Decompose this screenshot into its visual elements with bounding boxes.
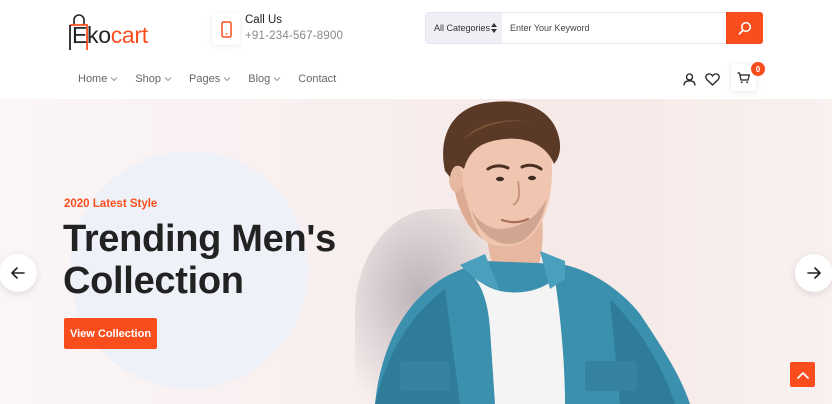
nav-item-label: Shop xyxy=(135,73,162,85)
nav-item-home[interactable]: Home xyxy=(78,72,118,86)
chevron-down-icon xyxy=(273,77,281,82)
category-select[interactable]: All Categories xyxy=(426,13,502,43)
arrow-right-icon xyxy=(807,267,821,279)
nav-item-label: Home xyxy=(78,73,108,85)
search-button[interactable] xyxy=(726,12,763,44)
phone-icon xyxy=(220,20,232,38)
scroll-to-top-button[interactable] xyxy=(790,362,815,387)
logo-text-part2: cart xyxy=(110,22,148,48)
phone-icon-box xyxy=(212,13,240,45)
chevron-down-icon xyxy=(223,77,231,82)
call-us-title: Call Us xyxy=(245,14,283,26)
slider-next-button[interactable] xyxy=(795,254,832,292)
site-header: Ekocart Call Us +91-234-567-8900 All Cat… xyxy=(0,0,832,99)
hero-title: Trending Men's Collection xyxy=(63,218,336,302)
arrow-left-icon xyxy=(11,267,25,279)
nav-item-blog[interactable]: Blog xyxy=(248,72,281,86)
cart-count-badge: 0 xyxy=(751,62,765,76)
nav-item-pages[interactable]: Pages xyxy=(189,72,231,86)
nav-item-label: Pages xyxy=(189,73,221,85)
account-button[interactable] xyxy=(681,71,697,87)
chevron-down-icon xyxy=(164,77,172,82)
hero-title-line1: Trending Men's xyxy=(63,218,336,260)
logo[interactable]: Ekocart xyxy=(68,8,168,50)
chevron-down-icon xyxy=(110,77,118,82)
nav-item-contact[interactable]: Contact xyxy=(298,72,336,86)
search-bar: All Categories xyxy=(425,12,763,44)
category-select-value: All Categories xyxy=(434,23,491,33)
heart-icon xyxy=(704,72,720,86)
hero-subtitle: 2020 Latest Style xyxy=(64,198,158,210)
logo-text-part1: Eko xyxy=(72,22,111,48)
search-icon xyxy=(738,21,751,35)
nav-item-label: Contact xyxy=(298,73,337,85)
select-arrows-icon xyxy=(491,23,497,33)
hero-slider: 2020 Latest Style Trending Men's Collect… xyxy=(0,99,832,404)
slider-prev-button[interactable] xyxy=(0,254,37,292)
hero-model-image xyxy=(375,101,690,404)
nav-item-shop[interactable]: Shop xyxy=(135,72,172,86)
call-us-phone[interactable]: +91-234-567-8900 xyxy=(245,30,343,42)
hero-title-line2: Collection xyxy=(63,260,244,302)
logo-text: Ekocart xyxy=(72,22,148,49)
view-collection-button[interactable]: View Collection xyxy=(64,318,157,349)
search-input[interactable] xyxy=(502,13,728,43)
main-nav: Home Shop Pages Blog Contact xyxy=(78,72,353,86)
user-icon xyxy=(682,72,696,86)
nav-item-label: Blog xyxy=(248,73,271,85)
cart-icon xyxy=(737,71,750,83)
arrow-up-icon xyxy=(796,371,809,379)
wishlist-button[interactable] xyxy=(704,71,720,87)
